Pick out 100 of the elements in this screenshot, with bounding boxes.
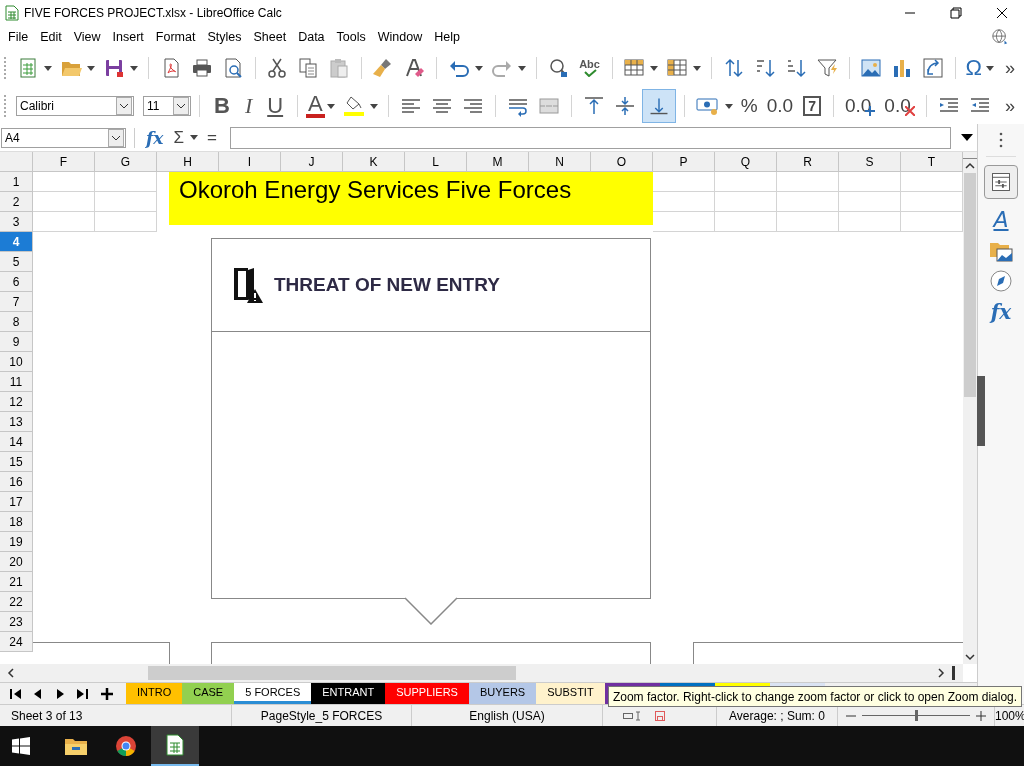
dropdown-icon[interactable] <box>173 97 189 115</box>
row-header[interactable]: 9 <box>0 332 33 352</box>
sheet-cell[interactable] <box>33 212 95 232</box>
sheet-tab[interactable]: BUYERS <box>468 683 537 704</box>
folder-icon[interactable] <box>65 737 87 755</box>
properties-icon[interactable] <box>984 165 1018 199</box>
sheet-cell[interactable] <box>33 192 95 212</box>
caret-icon[interactable] <box>369 103 378 109</box>
row-header[interactable]: 3 <box>0 212 33 232</box>
row-header[interactable]: 7 <box>0 292 33 312</box>
scrollbar-thumb[interactable] <box>964 173 976 397</box>
menu-item[interactable]: Window <box>371 28 429 46</box>
column-header[interactable]: M <box>467 152 529 172</box>
formula-input-field[interactable] <box>229 126 951 149</box>
menu-item[interactable]: Insert <box>106 28 150 46</box>
column-header[interactable]: K <box>343 152 405 172</box>
first-sheet-icon[interactable] <box>10 687 22 700</box>
underline-button[interactable]: U <box>261 93 290 119</box>
document-modified-icon[interactable] <box>655 710 665 721</box>
column-header[interactable]: G <box>95 152 157 172</box>
sheet-cell[interactable] <box>777 172 839 192</box>
restore-icon[interactable] <box>950 7 962 19</box>
windows-start-icon[interactable] <box>12 737 30 755</box>
more-tools-button[interactable]: » <box>1002 93 1018 119</box>
sheet-cell[interactable] <box>715 212 777 232</box>
next-sheet-icon[interactable] <box>54 687 66 700</box>
caret-icon[interactable] <box>474 65 483 71</box>
sheet-tab[interactable]: CASE <box>182 683 235 704</box>
column-header[interactable]: P <box>653 152 715 172</box>
row-header[interactable]: 24 <box>0 632 33 652</box>
caret-icon[interactable] <box>650 65 659 71</box>
menu-item[interactable]: Sheet <box>247 28 293 46</box>
menu-item[interactable]: Styles <box>201 28 248 46</box>
column-header[interactable]: T <box>901 152 963 172</box>
row-header[interactable]: 4 <box>0 232 33 252</box>
column-header[interactable]: F <box>33 152 95 172</box>
italic-button[interactable]: I <box>238 93 259 119</box>
menu-icon[interactable] <box>999 132 1003 148</box>
dropdown-icon[interactable] <box>116 97 132 115</box>
column-header[interactable]: Q <box>715 152 777 172</box>
row-header[interactable]: 1 <box>0 172 33 192</box>
formula-button[interactable]: = <box>203 125 220 150</box>
taskbar-button[interactable] <box>151 726 199 766</box>
column-header[interactable]: H <box>157 152 219 172</box>
row-header[interactable]: 23 <box>0 612 33 632</box>
menu-item[interactable]: Edit <box>34 28 68 46</box>
column-header[interactable]: N <box>529 152 591 172</box>
menu-item[interactable]: File <box>2 28 35 46</box>
special-character-button[interactable]: Ω <box>963 55 984 81</box>
globe-icon[interactable] <box>990 28 1010 46</box>
column-header[interactable]: I <box>219 152 281 172</box>
sheet-tab[interactable]: SUPPLIERS <box>385 683 469 704</box>
functions-button[interactable]: fx <box>990 300 1012 324</box>
sidebar-collapse-handle[interactable] <box>977 376 985 446</box>
gallery-icon[interactable] <box>989 240 1013 262</box>
row-header[interactable]: 11 <box>0 372 33 392</box>
more-tools-button[interactable]: » <box>1001 55 1018 81</box>
spelling-button[interactable]: Abc <box>575 57 604 79</box>
sheet-cell[interactable] <box>33 172 95 192</box>
sheet-cell[interactable] <box>839 172 901 192</box>
row-header[interactable]: 22 <box>0 592 33 612</box>
percent-button[interactable]: % <box>737 93 761 119</box>
menu-item[interactable]: Tools <box>330 28 372 46</box>
scrollbar-thumb[interactable] <box>148 666 516 680</box>
caret-icon[interactable] <box>326 103 335 109</box>
row-header[interactable]: 2 <box>0 192 33 212</box>
menu-item[interactable]: View <box>67 28 107 46</box>
sheet-cell[interactable] <box>95 212 157 232</box>
caret-icon[interactable] <box>693 65 702 71</box>
font-size-field[interactable]: 11 <box>143 96 191 116</box>
sheet-cell[interactable] <box>95 192 157 212</box>
sheet-cell[interactable] <box>777 192 839 212</box>
sheet-cell[interactable] <box>95 172 157 192</box>
row-header[interactable]: 17 <box>0 492 33 512</box>
sheet-cell[interactable] <box>839 192 901 212</box>
row-header[interactable]: 13 <box>0 412 33 432</box>
sheet-tab[interactable]: INTRO <box>126 683 183 704</box>
row-header[interactable]: 12 <box>0 392 33 412</box>
name-box[interactable]: A4 <box>1 127 126 148</box>
column-header[interactable]: J <box>281 152 343 172</box>
dropdown-icon[interactable] <box>108 128 124 147</box>
sheet-cell[interactable] <box>839 212 901 232</box>
caret-icon[interactable] <box>517 65 526 71</box>
row-header[interactable]: 10 <box>0 352 33 372</box>
caret-icon[interactable] <box>130 65 139 71</box>
bold-button[interactable]: B <box>208 93 236 119</box>
row-header[interactable]: 5 <box>0 252 33 272</box>
function-wizard-button[interactable]: fx <box>143 125 167 150</box>
row-header[interactable]: 14 <box>0 432 33 452</box>
column-header[interactable]: R <box>777 152 839 172</box>
sheet-cell[interactable] <box>715 192 777 212</box>
previous-sheet-icon[interactable] <box>32 687 44 700</box>
last-sheet-icon[interactable] <box>76 687 88 700</box>
styles-button[interactable]: A <box>993 207 1009 232</box>
align-bottom-icon[interactable] <box>641 89 676 123</box>
caret-icon[interactable] <box>87 65 96 71</box>
sheet-tab[interactable]: 5 FORCES <box>234 683 312 704</box>
caret-icon[interactable] <box>985 65 994 71</box>
caret-icon[interactable] <box>724 103 733 109</box>
sheet-cell[interactable] <box>715 172 777 192</box>
